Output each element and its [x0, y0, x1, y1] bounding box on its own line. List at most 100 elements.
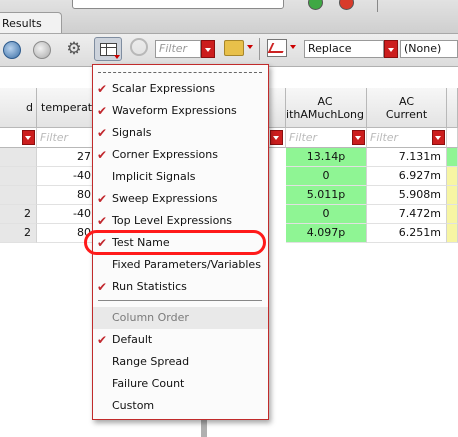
filter-dropdown-button[interactable] — [432, 130, 445, 145]
checkmark-icon: ✔ — [97, 82, 108, 96]
column-header-label: AC ithAMuchLong — [286, 94, 364, 121]
toolbar-separator — [259, 38, 260, 60]
table-cell[interactable]: 2 — [0, 205, 37, 224]
table-cell[interactable] — [0, 167, 37, 186]
table-cell[interactable]: 7.472m — [367, 205, 447, 224]
column-header-label: AC Current — [385, 94, 428, 121]
checkmark-icon: ✔ — [97, 280, 108, 294]
filter-dropdown-button[interactable] — [22, 130, 35, 145]
table-cell[interactable]: 5.011p — [286, 186, 367, 205]
folder-icon[interactable] — [224, 40, 244, 56]
column-header-ac-long[interactable]: AC ithAMuchLong — [286, 88, 367, 128]
column-header-temperature[interactable]: temperature — [37, 88, 97, 128]
menu-item-label: Implicit Signals — [112, 170, 196, 183]
table-cell[interactable] — [0, 148, 37, 167]
table-cell — [447, 167, 458, 186]
menu-item-custom[interactable]: Custom — [93, 395, 268, 417]
table-cell[interactable]: 27 — [37, 148, 97, 167]
table-cell — [447, 205, 458, 224]
selection-select[interactable]: (None) — [400, 40, 458, 58]
filter-placeholder: Filter — [289, 131, 318, 144]
menu-item-signals[interactable]: ✔ Signals — [93, 122, 268, 144]
menu-item-scalar-expressions[interactable]: ✔ Scalar Expressions — [93, 78, 268, 100]
table-cell[interactable]: 6.927m — [367, 167, 447, 186]
table-cell[interactable]: 2 — [0, 224, 37, 243]
menu-item-label: Fixed Parameters/Variables — [112, 258, 261, 271]
title-divider — [377, 0, 378, 12]
checkmark-icon: ✔ — [97, 333, 108, 347]
checkmark-icon: ✔ — [97, 192, 108, 206]
menu-item-default-order[interactable]: ✔ Default — [93, 329, 268, 351]
column-settings-button[interactable] — [94, 37, 122, 61]
filter-dropdown-button[interactable] — [352, 130, 365, 145]
table-cell[interactable]: -40 — [37, 205, 97, 224]
table-cell[interactable]: 5.908m — [367, 186, 447, 205]
table-cell[interactable]: 13.14p — [286, 148, 367, 167]
menu-section-column-order: Column Order — [93, 307, 268, 329]
tab-results[interactable]: Results — [0, 12, 62, 33]
refresh-icon[interactable] — [130, 38, 148, 56]
menu-item-sweep-expressions[interactable]: ✔ Sweep Expressions — [93, 188, 268, 210]
menu-item-fixed-parameters[interactable]: Fixed Parameters/Variables — [93, 254, 268, 276]
menu-item-label: Corner Expressions — [112, 148, 218, 161]
table-cell — [447, 148, 458, 167]
table-cell[interactable]: 0 — [286, 167, 367, 186]
menu-item-label: Scalar Expressions — [112, 82, 216, 95]
plot-mode-dropdown-button[interactable] — [384, 40, 398, 58]
plot-mode-select[interactable]: Replace — [304, 40, 384, 58]
table-cell[interactable]: -40 — [37, 167, 97, 186]
menu-item-run-statistics[interactable]: ✔ Run Statistics — [93, 276, 268, 298]
scrollbar[interactable] — [201, 420, 207, 437]
checkmark-icon: ✔ — [97, 126, 108, 140]
checkmark-icon: ✔ — [97, 104, 108, 118]
column-header-left[interactable]: d — [0, 88, 37, 128]
table-cell — [447, 224, 458, 243]
menu-item-failure-count[interactable]: Failure Count — [93, 373, 268, 395]
table-cell — [447, 186, 458, 205]
menu-item-label: Default — [112, 333, 153, 346]
filter-cell-next — [447, 128, 458, 148]
column-header-ac-current[interactable]: AC Current — [367, 88, 447, 128]
filter-dropdown-button[interactable] — [270, 130, 283, 145]
menu-item-top-level-expressions[interactable]: ✔ Top Level Expressions — [93, 210, 268, 232]
filter-placeholder: Filter — [40, 131, 69, 144]
menu-item-label: Range Spread — [112, 355, 190, 368]
menu-item-label: Failure Count — [112, 377, 185, 390]
menu-tearoff-line[interactable] — [98, 72, 262, 73]
column-header-label: temperature — [41, 101, 96, 114]
menu-item-label: Top Level Expressions — [112, 214, 233, 227]
menu-item-corner-expressions[interactable]: ✔ Corner Expressions — [93, 144, 268, 166]
menu-separator — [98, 300, 262, 301]
filter-placeholder: Filter — [370, 131, 399, 144]
filter-cell-temperature[interactable]: Filter — [37, 128, 97, 148]
title-field[interactable] — [72, 0, 284, 9]
back-button[interactable] — [3, 41, 21, 59]
checkmark-icon: ✔ — [97, 214, 108, 228]
menu-item-implicit-signals[interactable]: Implicit Signals — [93, 166, 268, 188]
folder-dropdown-arrow-icon[interactable] — [247, 45, 253, 49]
table-cell[interactable]: 4.097p — [286, 224, 367, 243]
dropdown-arrow-icon — [114, 55, 120, 59]
menu-item-label: Waveform Expressions — [112, 104, 237, 117]
highlight-ring — [84, 230, 266, 255]
menu-item-waveform-expressions[interactable]: ✔ Waveform Expressions — [93, 100, 268, 122]
table-cell[interactable]: 6.251m — [367, 224, 447, 243]
menu-item-label: Sweep Expressions — [112, 192, 218, 205]
menu-item-range-spread[interactable]: Range Spread — [93, 351, 268, 373]
column-header-next — [447, 88, 458, 128]
table-cell[interactable]: 0 — [286, 205, 367, 224]
menu-item-label: Custom — [112, 399, 155, 412]
gear-icon[interactable]: ⚙ — [62, 38, 86, 60]
table-cell[interactable] — [0, 186, 37, 205]
menu-item-label: Signals — [112, 126, 152, 139]
forward-button[interactable] — [33, 41, 51, 59]
menu-item-label: Run Statistics — [112, 280, 187, 293]
toolbar-filter-input[interactable]: Filter — [155, 40, 201, 58]
filter-dropdown-button[interactable] — [201, 40, 215, 58]
plot-icon[interactable] — [267, 39, 287, 57]
table-cell[interactable]: 7.131m — [367, 148, 447, 167]
plot-dropdown-arrow-icon[interactable] — [290, 45, 296, 49]
column-header-label: d — [26, 101, 33, 114]
table-cell[interactable]: 80 — [37, 186, 97, 205]
checkmark-icon: ✔ — [97, 148, 108, 162]
